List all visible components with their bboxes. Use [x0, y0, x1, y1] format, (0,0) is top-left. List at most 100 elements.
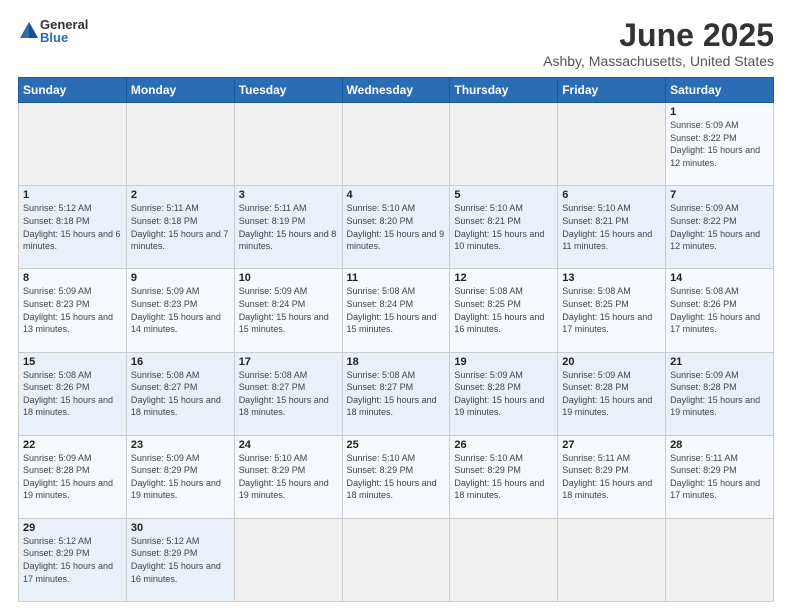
day-number: 19 [454, 356, 553, 368]
day-number: 22 [23, 439, 122, 451]
location: Ashby, Massachusetts, United States [543, 53, 774, 69]
day-info: Sunrise: 5:11 AMSunset: 8:29 PMDaylight:… [562, 453, 652, 501]
day-number: 11 [347, 272, 446, 284]
table-row [450, 518, 558, 601]
table-row: 9 Sunrise: 5:09 AMSunset: 8:23 PMDaylight… [126, 269, 234, 352]
day-info: Sunrise: 5:08 AMSunset: 8:24 PMDaylight:… [347, 286, 437, 334]
logo-icon [18, 20, 40, 42]
day-info: Sunrise: 5:09 AMSunset: 8:28 PMDaylight:… [670, 370, 760, 418]
day-info: Sunrise: 5:08 AMSunset: 8:25 PMDaylight:… [454, 286, 544, 334]
col-saturday: Saturday [666, 78, 774, 103]
table-row: 5Sunrise: 5:10 AMSunset: 8:21 PMDaylight… [450, 186, 558, 269]
col-tuesday: Tuesday [234, 78, 342, 103]
day-info: Sunrise: 5:12 AMSunset: 8:29 PMDaylight:… [131, 536, 221, 584]
table-row: 11 Sunrise: 5:08 AMSunset: 8:24 PMDayligh… [342, 269, 450, 352]
calendar-week-row: 1 Sunrise: 5:12 AMSunset: 8:18 PMDaylight… [19, 186, 774, 269]
table-row: 25 Sunrise: 5:10 AMSunset: 8:29 PMDayligh… [342, 435, 450, 518]
day-number: 20 [562, 356, 661, 368]
col-wednesday: Wednesday [342, 78, 450, 103]
calendar-week-row: 15 Sunrise: 5:08 AMSunset: 8:26 PMDayligh… [19, 352, 774, 435]
day-number: 29 [23, 522, 122, 534]
table-row: 17 Sunrise: 5:08 AMSunset: 8:27 PMDayligh… [234, 352, 342, 435]
day-info: Sunrise: 5:08 AMSunset: 8:27 PMDaylight:… [239, 370, 329, 418]
table-row [342, 518, 450, 601]
table-row: 10 Sunrise: 5:09 AMSunset: 8:24 PMDayligh… [234, 269, 342, 352]
table-row [234, 103, 342, 186]
day-number: 12 [454, 272, 553, 284]
table-row [342, 103, 450, 186]
day-info: Sunrise: 5:12 AMSunset: 8:29 PMDaylight:… [23, 536, 113, 584]
table-row: 21 Sunrise: 5:09 AMSunset: 8:28 PMDayligh… [666, 352, 774, 435]
day-info: Sunrise: 5:09 AMSunset: 8:22 PMDaylight:… [670, 203, 760, 251]
day-info: Sunrise: 5:09 AMSunset: 8:22 PMDaylight:… [670, 120, 760, 168]
table-row: 1 Sunrise: 5:09 AMSunset: 8:22 PMDaylight… [666, 103, 774, 186]
day-number: 14 [670, 272, 769, 284]
table-row [234, 518, 342, 601]
day-info: Sunrise: 5:10 AMSunset: 8:21 PMDaylight:… [454, 203, 544, 251]
col-thursday: Thursday [450, 78, 558, 103]
table-row: 12 Sunrise: 5:08 AMSunset: 8:25 PMDayligh… [450, 269, 558, 352]
day-number: 9 [131, 272, 230, 284]
day-info: Sunrise: 5:08 AMSunset: 8:25 PMDaylight:… [562, 286, 652, 334]
day-info: Sunrise: 5:11 AMSunset: 8:29 PMDaylight:… [670, 453, 760, 501]
table-row: 24Sunrise: 5:10 AMSunset: 8:29 PMDayligh… [234, 435, 342, 518]
table-row [450, 103, 558, 186]
day-number: 18 [347, 356, 446, 368]
table-row: 3Sunrise: 5:11 AMSunset: 8:19 PMDaylight… [234, 186, 342, 269]
day-number: 3 [239, 189, 338, 201]
day-info: Sunrise: 5:09 AMSunset: 8:28 PMDaylight:… [23, 453, 113, 501]
table-row: 15 Sunrise: 5:08 AMSunset: 8:26 PMDayligh… [19, 352, 127, 435]
day-number: 6 [562, 189, 661, 201]
day-number: 21 [670, 356, 769, 368]
day-number: 17 [239, 356, 338, 368]
table-row: 30Sunrise: 5:12 AMSunset: 8:29 PMDayligh… [126, 518, 234, 601]
table-row: 14 Sunrise: 5:08 AMSunset: 8:26 PMDayligh… [666, 269, 774, 352]
day-number: 13 [562, 272, 661, 284]
day-info: Sunrise: 5:09 AMSunset: 8:23 PMDaylight:… [131, 286, 221, 334]
day-number: 1 [670, 106, 769, 118]
day-info: Sunrise: 5:09 AMSunset: 8:28 PMDaylight:… [562, 370, 652, 418]
table-row: 28Sunrise: 5:11 AMSunset: 8:29 PMDayligh… [666, 435, 774, 518]
col-sunday: Sunday [19, 78, 127, 103]
day-info: Sunrise: 5:10 AMSunset: 8:29 PMDaylight:… [239, 453, 329, 501]
logo: General Blue [18, 18, 88, 44]
col-monday: Monday [126, 78, 234, 103]
day-number: 25 [347, 439, 446, 451]
day-number: 27 [562, 439, 661, 451]
day-info: Sunrise: 5:10 AMSunset: 8:29 PMDaylight:… [347, 453, 437, 501]
table-row: 29 Sunrise: 5:12 AMSunset: 8:29 PMDayligh… [19, 518, 127, 601]
day-info: Sunrise: 5:10 AMSunset: 8:20 PMDaylight:… [347, 203, 445, 251]
table-row [19, 103, 127, 186]
day-info: Sunrise: 5:08 AMSunset: 8:26 PMDaylight:… [670, 286, 760, 334]
day-info: Sunrise: 5:10 AMSunset: 8:21 PMDaylight:… [562, 203, 652, 251]
day-info: Sunrise: 5:09 AMSunset: 8:28 PMDaylight:… [454, 370, 544, 418]
day-info: Sunrise: 5:11 AMSunset: 8:18 PMDaylight:… [131, 203, 229, 251]
calendar-header-row: Sunday Monday Tuesday Wednesday Thursday… [19, 78, 774, 103]
calendar-table: Sunday Monday Tuesday Wednesday Thursday… [18, 77, 774, 602]
title-block: June 2025 Ashby, Massachusetts, United S… [543, 18, 774, 69]
day-info: Sunrise: 5:09 AMSunset: 8:23 PMDaylight:… [23, 286, 113, 334]
col-friday: Friday [558, 78, 666, 103]
table-row [126, 103, 234, 186]
table-row: 2Sunrise: 5:11 AMSunset: 8:18 PMDaylight… [126, 186, 234, 269]
day-info: Sunrise: 5:08 AMSunset: 8:26 PMDaylight:… [23, 370, 113, 418]
day-number: 1 [23, 189, 122, 201]
logo-blue: Blue [40, 31, 88, 44]
table-row [558, 103, 666, 186]
table-row: 1 Sunrise: 5:12 AMSunset: 8:18 PMDaylight… [19, 186, 127, 269]
calendar-week-row: 29 Sunrise: 5:12 AMSunset: 8:29 PMDayligh… [19, 518, 774, 601]
day-info: Sunrise: 5:12 AMSunset: 8:18 PMDaylight:… [23, 203, 121, 251]
table-row: 20 Sunrise: 5:09 AMSunset: 8:28 PMDayligh… [558, 352, 666, 435]
day-number: 10 [239, 272, 338, 284]
table-row: 4Sunrise: 5:10 AMSunset: 8:20 PMDaylight… [342, 186, 450, 269]
day-info: Sunrise: 5:09 AMSunset: 8:24 PMDaylight:… [239, 286, 329, 334]
table-row [666, 518, 774, 601]
month-title: June 2025 [543, 18, 774, 53]
day-info: Sunrise: 5:10 AMSunset: 8:29 PMDaylight:… [454, 453, 544, 501]
table-row: 7Sunrise: 5:09 AMSunset: 8:22 PMDaylight… [666, 186, 774, 269]
day-number: 15 [23, 356, 122, 368]
day-number: 16 [131, 356, 230, 368]
table-row [558, 518, 666, 601]
day-number: 23 [131, 439, 230, 451]
calendar-week-row: 1 Sunrise: 5:09 AMSunset: 8:22 PMDaylight… [19, 103, 774, 186]
